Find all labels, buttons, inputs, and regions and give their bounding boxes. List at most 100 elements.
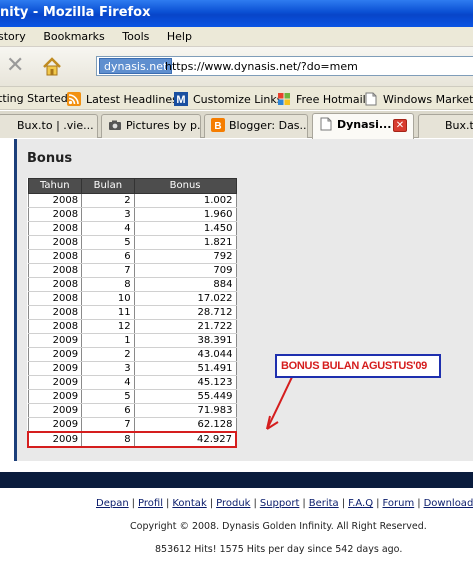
- cell-bonus: 55.449: [134, 389, 237, 404]
- table-row: 2008 3 1.960: [27, 207, 237, 222]
- page-icon: [319, 117, 333, 131]
- bookmark-label: tting Started: [0, 92, 68, 105]
- cell-bulan: 4: [81, 375, 135, 390]
- bookmark-customize-links[interactable]: M Customize Links: [174, 92, 283, 106]
- footer-link-kontak[interactable]: Kontak: [172, 498, 206, 509]
- hit-counter: 853612 Hits! 1575 Hits per day since 542…: [155, 544, 403, 555]
- cell-tahun: 2008: [27, 291, 83, 306]
- annotation-arrow-icon: [266, 370, 296, 430]
- bookmark-windows-marketplace[interactable]: Windows Marketpla: [364, 92, 473, 106]
- cell-bulan: 7: [81, 417, 135, 433]
- link-separator: |: [209, 498, 214, 509]
- cell-tahun: 2009: [27, 361, 83, 376]
- tab-bux[interactable]: Bux.to | .vie...: [0, 114, 98, 138]
- table-row: 2009 7 62.128: [27, 417, 237, 433]
- table-row: 2008 12 21.722: [27, 319, 237, 334]
- cell-bulan: 11: [81, 305, 135, 320]
- bonus-table-body: 2008 2 1.002 2008 3 1.960 2008 4 1.450 2008 5 1.821…: [27, 193, 237, 448]
- cell-bonus: 42.927: [134, 431, 237, 448]
- url-bar[interactable]: dynasis.net https://www.dynasis.net/?do=…: [96, 56, 473, 76]
- cell-bonus: 51.491: [134, 361, 237, 376]
- footer-link-forum[interactable]: Forum: [382, 498, 414, 509]
- window-title: nity - Mozilla Firefox: [0, 5, 151, 20]
- svg-text:M: M: [176, 94, 185, 106]
- section-title: Bonus: [27, 151, 73, 166]
- cell-tahun: 2008: [27, 263, 83, 278]
- cell-bonus: 1.002: [134, 193, 237, 208]
- site-identity-badge[interactable]: dynasis.net: [99, 58, 173, 74]
- cell-bonus: 884: [134, 277, 237, 292]
- cell-tahun: 2009: [27, 431, 83, 448]
- menu-tools[interactable]: Tools: [122, 30, 149, 43]
- bookmark-label: Latest Headlines: [86, 93, 178, 106]
- footer-link-profil[interactable]: Profil: [138, 498, 163, 509]
- tab-dynasis[interactable]: Dynasi... ✕: [312, 113, 414, 139]
- bookmark-label: Windows Marketpla: [383, 93, 473, 106]
- cell-bulan: 5: [81, 389, 135, 404]
- column-header-tahun: Tahun: [27, 178, 83, 194]
- cell-tahun: 2009: [27, 389, 83, 404]
- bookmark-latest-headlines[interactable]: Latest Headlines: [67, 92, 178, 106]
- close-tab-icon[interactable]: ✕: [393, 119, 407, 132]
- cell-bonus: 1.450: [134, 221, 237, 236]
- camera-icon: [108, 118, 122, 132]
- footer-link-produk[interactable]: Produk: [216, 498, 250, 509]
- table-row: 2008 7 709: [27, 263, 237, 278]
- tab-blogger[interactable]: B Blogger: Das...: [204, 114, 308, 138]
- cell-bonus: 38.391: [134, 333, 237, 348]
- cell-tahun: 2008: [27, 207, 83, 222]
- tab-label: Bux.to | .vie...: [17, 119, 94, 132]
- bonus-panel: Bonus Tahun Bulan Bonus 2008 2 1.002 2008 3 1…: [14, 139, 473, 461]
- table-row: 2008 10 17.022: [27, 291, 237, 306]
- url-text[interactable]: https://www.dynasis.net/?do=mem: [165, 59, 358, 74]
- link-separator: |: [131, 498, 136, 509]
- home-icon[interactable]: [41, 56, 63, 78]
- tab-pictures[interactable]: Pictures by p...: [101, 114, 201, 138]
- cell-tahun: 2009: [27, 375, 83, 390]
- table-row: 2009 1 38.391: [27, 333, 237, 348]
- menu-history[interactable]: story: [0, 30, 26, 43]
- table-row: 2008 2 1.002: [27, 193, 237, 208]
- cell-bulan: 2: [81, 347, 135, 362]
- footer-link-support[interactable]: Support: [260, 498, 300, 509]
- cell-bulan: 6: [81, 403, 135, 418]
- footer-link-berita[interactable]: Berita: [309, 498, 339, 509]
- cell-tahun: 2008: [27, 221, 83, 236]
- footer-band: [0, 472, 473, 488]
- bookmark-free-hotmail[interactable]: Free Hotmail: [277, 92, 366, 106]
- tab-strip: Bux.to | .vie... Pictures by p... B Blog…: [0, 111, 473, 139]
- cell-tahun: 2009: [27, 347, 83, 362]
- bookmark-getting-started[interactable]: tting Started: [0, 92, 68, 105]
- tab-label: Blogger: Das...: [229, 119, 308, 132]
- tab-label: Pictures by p...: [126, 119, 201, 132]
- stop-icon[interactable]: ✕: [6, 55, 28, 77]
- cell-bulan: 8: [81, 277, 135, 292]
- annotation-callout: BONUS BULAN AGUSTUS'09: [275, 354, 441, 378]
- tab-bux-2[interactable]: Bux.t: [418, 114, 473, 138]
- table-row: 2009 4 45.123: [27, 375, 237, 390]
- cell-bulan: 12: [81, 319, 135, 334]
- cell-tahun: 2009: [27, 333, 83, 348]
- menu-help[interactable]: Help: [167, 30, 192, 43]
- link-separator: |: [253, 498, 257, 509]
- blogger-icon: B: [211, 118, 225, 132]
- cell-bonus: 1.821: [134, 235, 237, 250]
- page-content: Bonus Tahun Bulan Bonus 2008 2 1.002 2008 3 1…: [0, 139, 473, 567]
- windows-flag-icon: [277, 92, 291, 106]
- cell-bonus: 43.044: [134, 347, 237, 362]
- cell-bonus: 71.983: [134, 403, 237, 418]
- bonus-table: Tahun Bulan Bonus 2008 2 1.002 2008 3 1.960 20…: [27, 178, 237, 448]
- footer-link-download[interactable]: Download: [424, 498, 473, 509]
- table-row: 2009 5 55.449: [27, 389, 237, 404]
- footer-link-depan[interactable]: Depan: [96, 498, 129, 509]
- cell-tahun: 2008: [27, 235, 83, 250]
- table-row: 2009 8 42.927: [27, 431, 237, 448]
- cell-tahun: 2009: [27, 417, 83, 433]
- cell-bulan: 5: [81, 235, 135, 250]
- link-separator: |: [417, 498, 421, 509]
- cell-bonus: 62.128: [134, 417, 237, 433]
- cell-bonus: 17.022: [134, 291, 237, 306]
- link-separator: |: [302, 498, 306, 509]
- footer-link-f-a-q[interactable]: F.A.Q: [348, 498, 373, 509]
- menu-bookmarks[interactable]: Bookmarks: [43, 30, 104, 43]
